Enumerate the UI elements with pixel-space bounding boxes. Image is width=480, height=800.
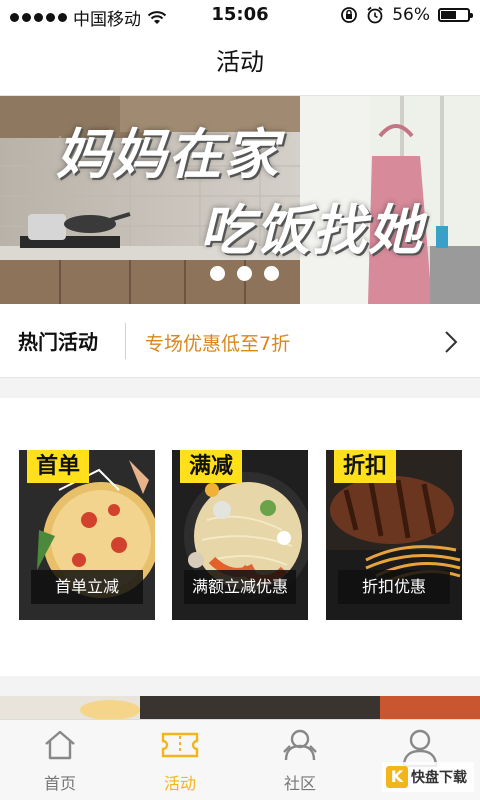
card-caption: 折扣优惠 [338,570,450,604]
banner-carousel[interactable]: 妈妈在家 吃饭找她 [0,96,480,304]
card-tag: 折扣 [334,450,397,483]
watermark-text: 快盘下载 [411,770,467,786]
alarm-icon [367,6,383,24]
card-caption: 满额立减优惠 [184,570,296,604]
banner-headline-1: 妈妈在家 [56,123,280,186]
card-full-reduction[interactable]: 满减 满额立减优惠 [172,450,308,620]
carousel-dot[interactable] [237,266,252,281]
battery-percent: 56% [392,5,430,25]
next-section-preview [0,696,480,720]
status-right: 56% [340,5,473,25]
card-caption: 首单立减 [31,570,143,604]
food-preview-image [0,696,480,720]
ticket-icon [161,732,199,758]
chevron-right-icon[interactable] [444,330,458,354]
activity-cards: 首单 首单立减 满减 满额立减优惠 折扣 折扣优惠 [0,398,480,676]
card-discount[interactable]: 折扣 折扣优惠 [326,450,462,620]
tab-activity[interactable]: 活动 [140,728,220,794]
tab-label: 社区 [283,774,316,793]
card-tag: 满减 [180,450,243,483]
home-icon [45,730,75,760]
tab-bar: 首页 活动 社区 K 快盘下载 [0,719,480,800]
tab-label: 活动 [163,774,196,793]
divider [125,323,126,359]
hot-activity-promo[interactable]: 专场优惠低至7折 [145,329,290,356]
watermark-logo: K 快盘下载 [382,762,474,792]
banner-headline-2: 吃饭找她 [200,199,424,262]
status-bar: 中国移动 15:06 56% [0,0,480,30]
watermark-letter: K [386,766,408,788]
battery-icon [438,8,473,22]
community-icon [283,729,317,761]
hot-activity-bar[interactable]: 热门活动 专场优惠低至7折 [0,304,480,378]
carousel-indicators [210,266,279,281]
card-first-order[interactable]: 首单 首单立减 [19,450,155,620]
page-title: 活动 [0,30,480,96]
rotation-lock-icon [341,7,358,23]
carousel-dot[interactable] [210,266,225,281]
tab-home[interactable]: 首页 [20,728,100,794]
tab-label: 首页 [43,774,76,793]
tab-community[interactable]: 社区 [260,728,340,794]
hot-activity-label: 热门活动 [18,330,98,354]
card-tag: 首单 [27,450,90,483]
carousel-dot[interactable] [264,266,279,281]
